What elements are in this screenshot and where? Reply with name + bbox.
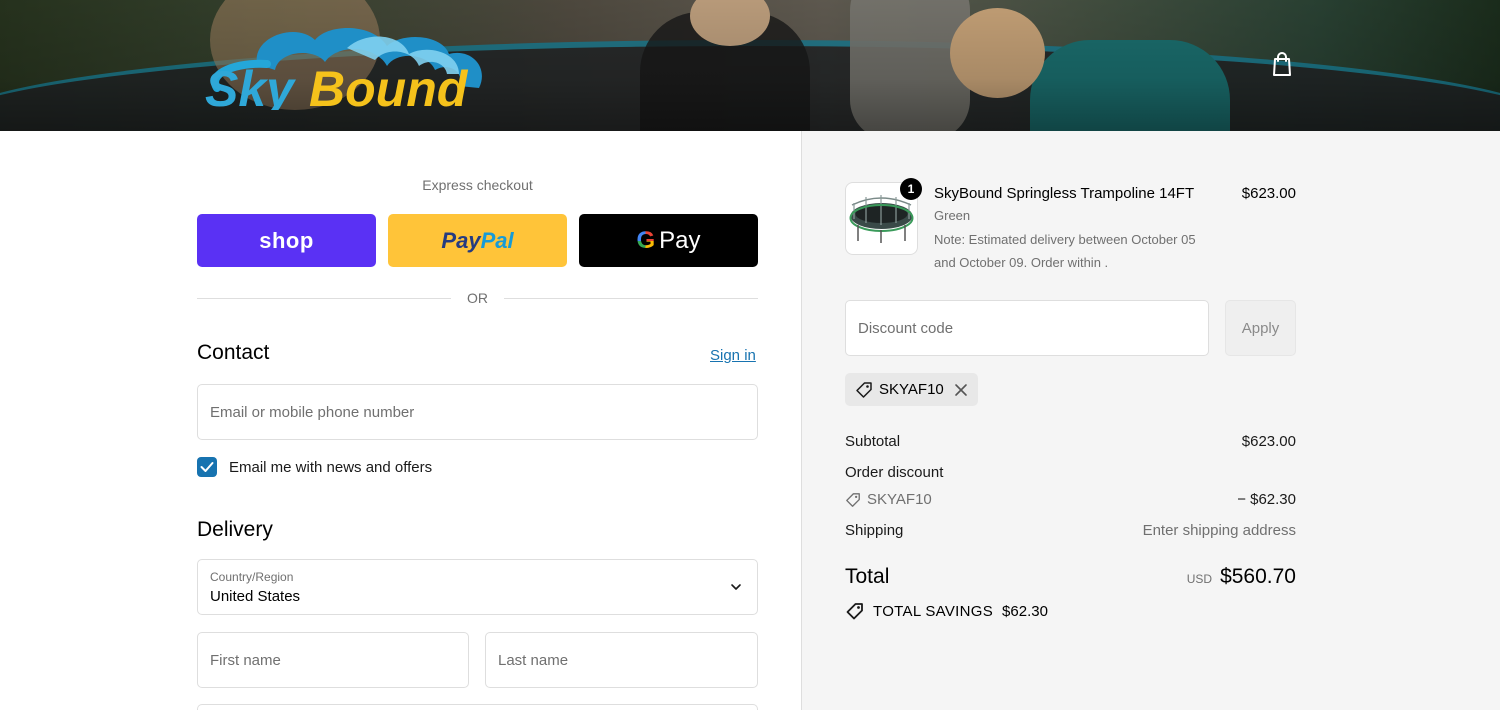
contact-heading: Contact: [197, 341, 270, 364]
country-select[interactable]: Country/Region United States: [197, 559, 758, 615]
last-name-field-wrapper: [485, 632, 758, 688]
google-pay-button[interactable]: G Pay: [579, 214, 758, 267]
checkmark-icon: [200, 462, 214, 472]
tag-icon: [856, 381, 872, 398]
apply-discount-button[interactable]: Apply: [1225, 300, 1296, 356]
paypal-label-part1: Pay: [441, 227, 481, 253]
country-label: Country/Region: [210, 570, 294, 584]
applied-discount-code: SKYAF10: [879, 381, 944, 398]
country-value: United States: [210, 588, 301, 605]
header-banner: Sky Bound: [0, 0, 1500, 131]
total-savings-value: $62.30: [1002, 602, 1048, 620]
currency-code: USD: [1186, 572, 1213, 586]
product-price: $623.00: [1241, 185, 1296, 202]
order-discount-code-text: SKYAF10: [867, 491, 932, 508]
address-field-wrapper[interactable]: [197, 704, 758, 710]
shipping-value: Enter shipping address: [1142, 522, 1296, 539]
total-amount: USD $560.70: [1187, 565, 1296, 589]
subtotal-label: Subtotal: [845, 433, 901, 450]
or-divider: OR: [197, 288, 758, 308]
savings-tag-icon: [846, 603, 863, 620]
shipping-label: Shipping: [845, 522, 904, 539]
svg-text:Sky: Sky: [205, 61, 296, 110]
cart-button[interactable]: [1268, 50, 1296, 78]
applied-discount-chip: SKYAF10: [845, 373, 978, 406]
total-label: Total: [845, 565, 890, 588]
subtotal-value: $623.00: [1241, 433, 1296, 450]
last-name-input[interactable]: [498, 633, 745, 687]
express-checkout-title: Express checkout: [422, 177, 533, 193]
total-savings-label: TOTAL SAVINGS: [873, 602, 994, 620]
skybound-logo[interactable]: Sky Bound: [197, 18, 487, 110]
shop-pay-button[interactable]: shop: [197, 214, 376, 267]
total-savings: TOTAL SAVINGS $62.30: [845, 601, 1048, 621]
newsletter-option[interactable]: Email me with news and offers: [197, 457, 432, 477]
svg-text:Bound: Bound: [309, 61, 469, 110]
order-discount-value: − $62.30: [1237, 491, 1296, 508]
google-g-icon: G: [636, 226, 656, 254]
product-variant: Green: [934, 208, 971, 223]
quantity-badge: 1: [900, 178, 922, 200]
delivery-heading: Delivery: [197, 518, 273, 541]
product-name: SkyBound Springless Trampoline 14FT: [934, 185, 1195, 202]
product-delivery-note: Note: Estimated delivery between October…: [934, 232, 1196, 270]
newsletter-label: Email me with news and offers: [229, 458, 433, 476]
paypal-label-part2: Pal: [480, 227, 514, 253]
order-discount-code: SKYAF10: [845, 491, 932, 508]
tag-icon: [846, 492, 860, 507]
close-icon: [954, 383, 967, 396]
remove-discount-button[interactable]: [954, 383, 968, 397]
first-name-input[interactable]: [210, 633, 456, 687]
shopping-bag-icon: [1273, 52, 1291, 76]
or-label: OR: [467, 290, 488, 306]
email-field-wrapper: [197, 384, 758, 440]
google-pay-label: Pay: [659, 226, 701, 254]
newsletter-checkbox[interactable]: [197, 457, 217, 477]
discount-code-input[interactable]: [858, 301, 1196, 355]
order-discount-label: Order discount: [845, 464, 944, 481]
sign-in-link[interactable]: Sign in: [710, 347, 756, 364]
chevron-down-icon: [731, 584, 741, 590]
paypal-button[interactable]: Pay Pal: [388, 214, 567, 267]
email-input[interactable]: [210, 385, 745, 439]
total-value: $560.70: [1220, 565, 1296, 588]
discount-field-wrapper: [845, 300, 1209, 356]
first-name-field-wrapper: [197, 632, 469, 688]
shop-pay-label: shop: [259, 227, 314, 253]
